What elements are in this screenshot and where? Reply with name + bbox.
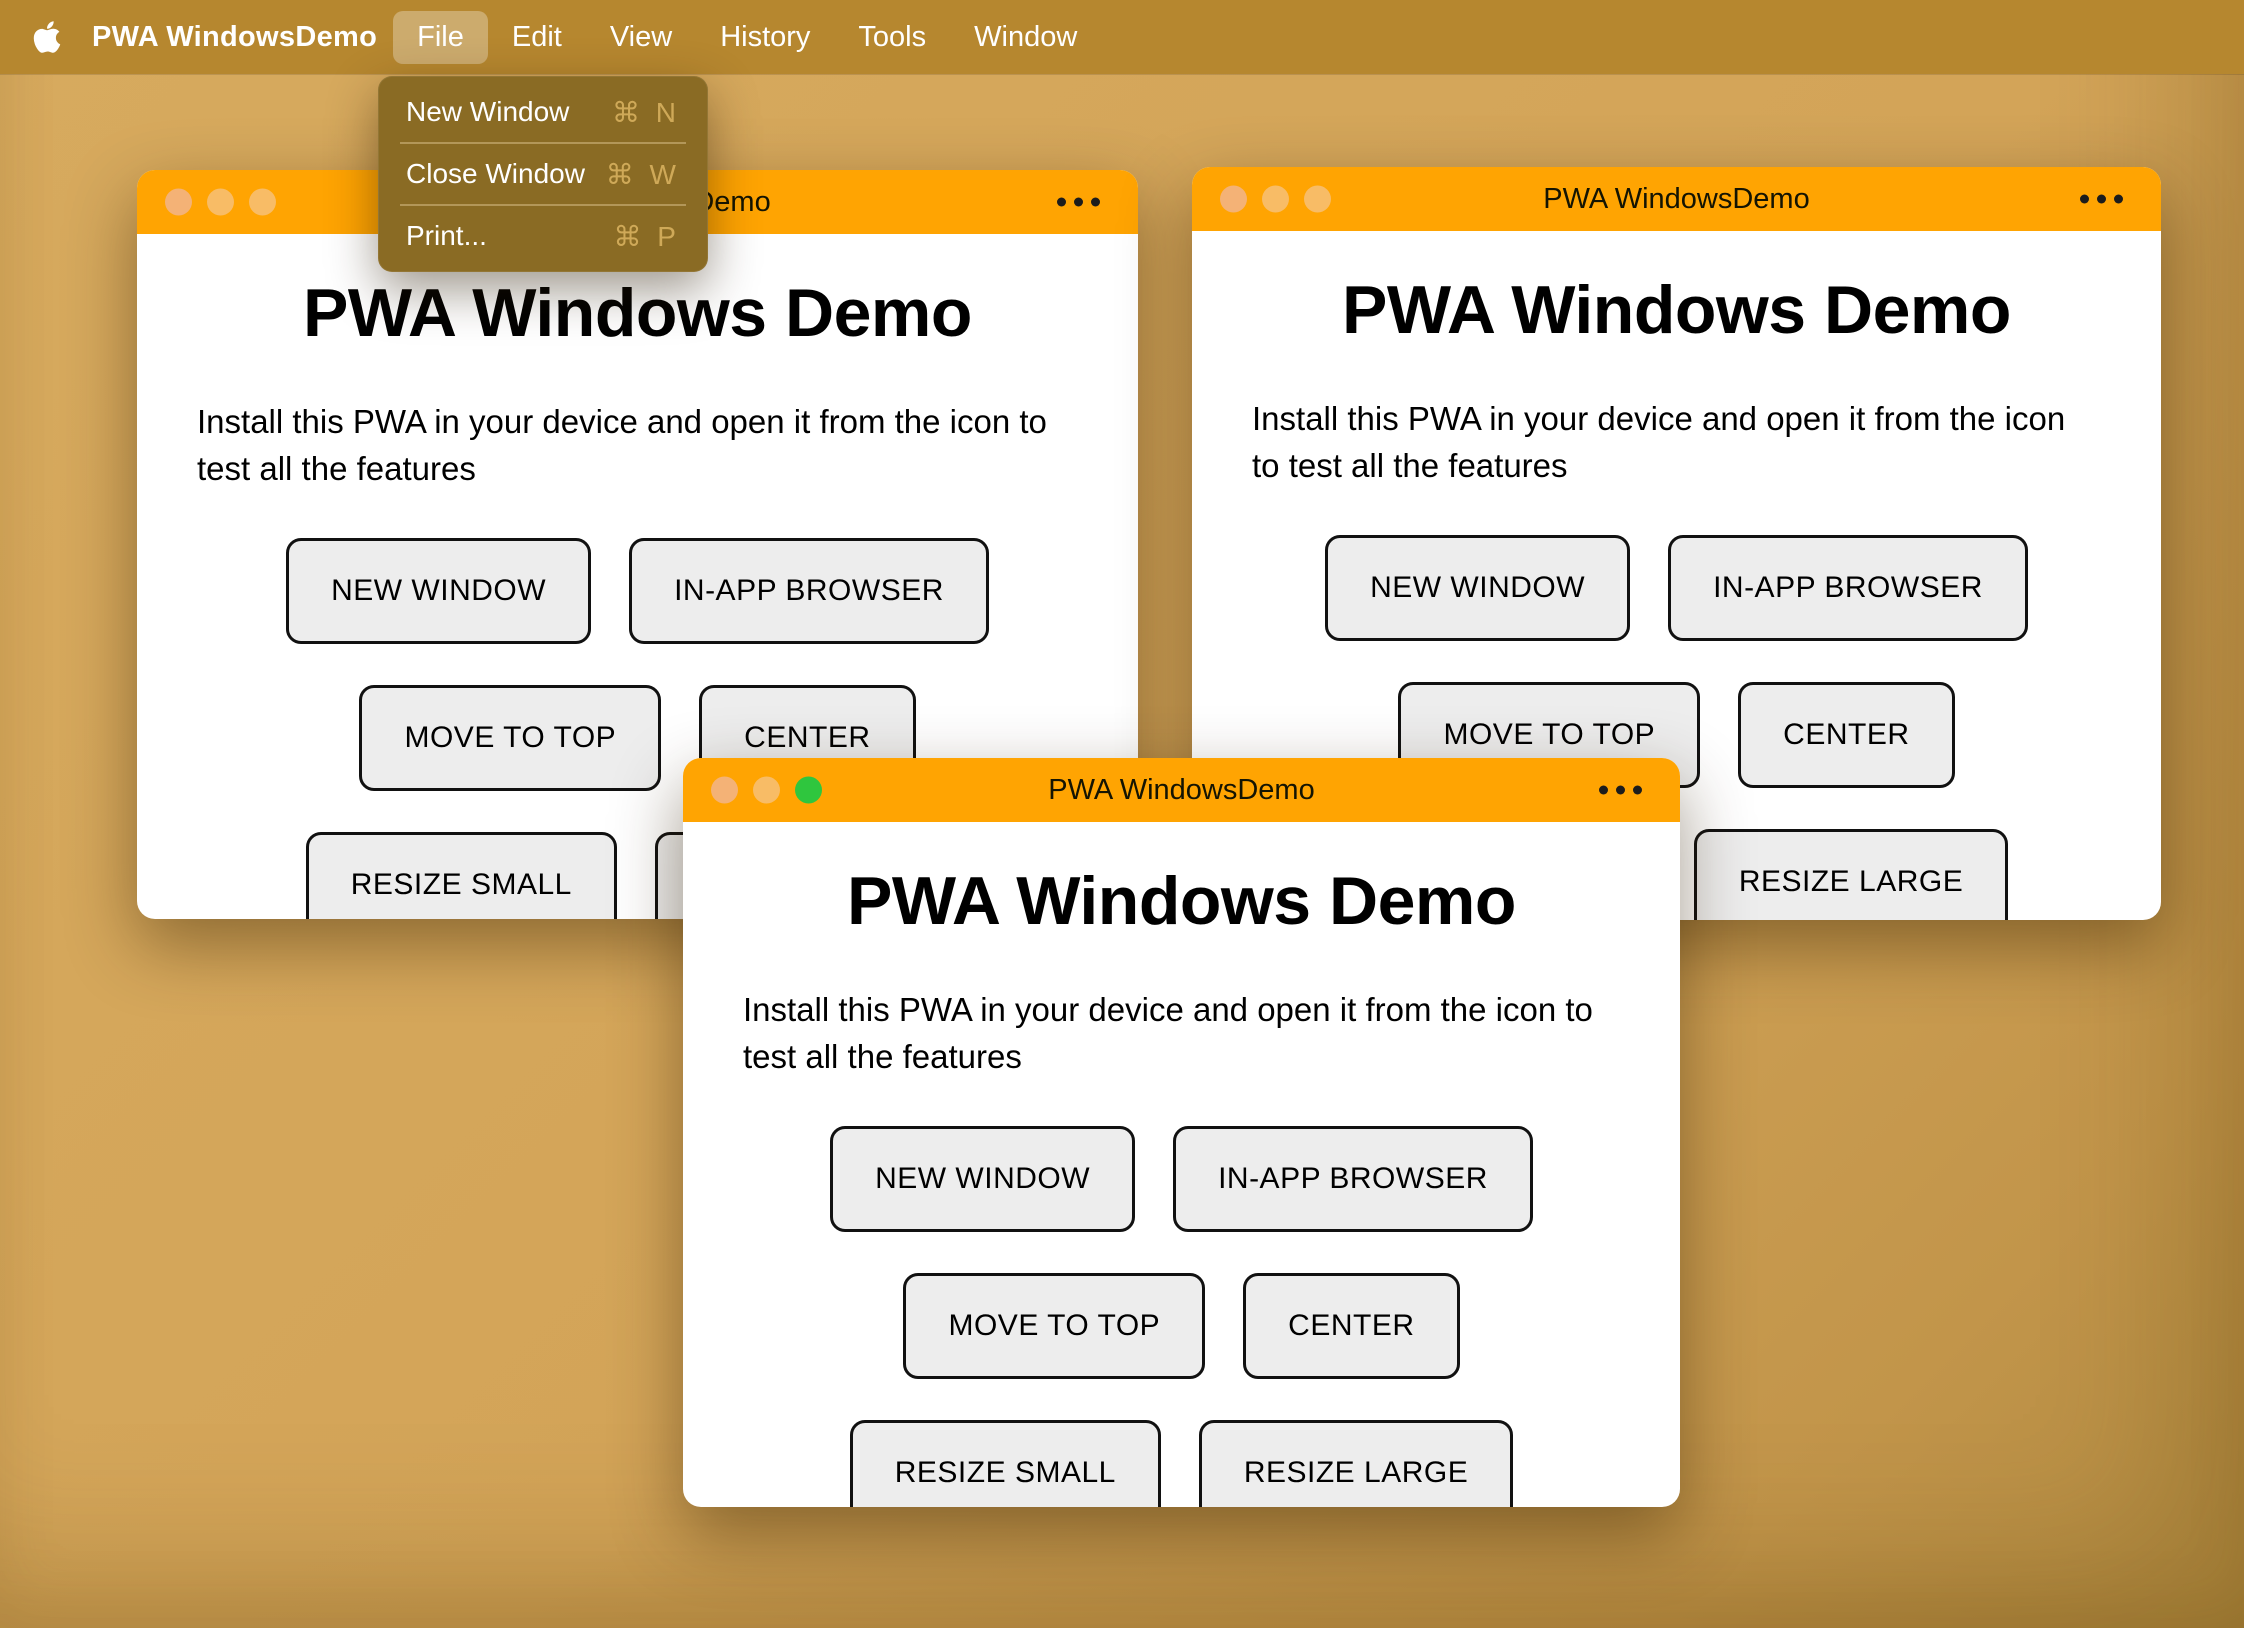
resize-large-button[interactable]: RESIZE LARGE — [1198, 1419, 1514, 1507]
window-title: PWA WindowsDemo — [1048, 773, 1315, 806]
apple-menu[interactable] — [30, 17, 64, 57]
menubar-item-view[interactable]: View — [586, 11, 696, 64]
apple-icon — [33, 21, 61, 53]
pwa-window-front: PWA WindowsDemo PWA Windows Demo Install… — [683, 758, 1680, 1507]
menubar-item-file[interactable]: File — [393, 10, 488, 64]
menubar-item-history[interactable]: History — [696, 11, 834, 64]
titlebar[interactable]: PWA WindowsDemo — [683, 758, 1680, 822]
center-button[interactable]: CENTER — [1738, 681, 1955, 788]
window-content: PWA Windows Demo Install this PWA in you… — [683, 822, 1680, 1507]
description: Install this PWA in your device and open… — [1252, 400, 2066, 484]
menubar-item-window[interactable]: Window — [950, 11, 1101, 64]
menu-separator — [400, 204, 686, 206]
description: Install this PWA in your device and open… — [743, 991, 1593, 1075]
menu-item-label: New Window — [406, 96, 570, 127]
titlebar[interactable]: PWA WindowsDemo — [1192, 167, 2161, 231]
in-app-browser-button[interactable]: IN-APP BROWSER — [629, 537, 989, 644]
menu-item-print[interactable]: Print... ⌘ P — [378, 208, 708, 264]
menubar-item-edit[interactable]: Edit — [488, 11, 586, 64]
menubar: PWA WindowsDemo File Edit View History T… — [0, 0, 2244, 74]
menu-item-shortcut: ⌘ N — [612, 96, 680, 128]
resize-small-button[interactable]: RESIZE SMALL — [849, 1419, 1161, 1507]
menu-item-close-window[interactable]: Close Window ⌘ W — [378, 146, 708, 202]
in-app-browser-button[interactable]: IN-APP BROWSER — [1173, 1125, 1533, 1232]
page-title: PWA Windows Demo — [847, 863, 1516, 939]
menu-item-label: Print... — [406, 220, 487, 251]
desktop: PWA WindowsDemo File Edit View History T… — [0, 0, 2244, 1628]
description: Install this PWA in your device and open… — [197, 403, 1047, 487]
new-window-button[interactable]: NEW WINDOW — [1325, 534, 1631, 641]
menu-item-shortcut: ⌘ W — [605, 158, 680, 190]
move-to-top-button[interactable]: MOVE TO TOP — [903, 1272, 1206, 1379]
resize-small-button[interactable]: RESIZE SMALL — [305, 831, 617, 919]
ellipsis-menu-icon[interactable] — [1057, 197, 1100, 207]
button-group: NEW WINDOW IN-APP BROWSER MOVE TO TOP CE… — [743, 1125, 1620, 1507]
file-menu-dropdown: New Window ⌘ N Close Window ⌘ W Print...… — [378, 76, 708, 272]
menu-item-new-window[interactable]: New Window ⌘ N — [378, 84, 708, 140]
center-button[interactable]: CENTER — [1243, 1272, 1460, 1379]
menubar-item-tools[interactable]: Tools — [834, 11, 950, 64]
menu-item-shortcut: ⌘ P — [613, 220, 680, 252]
page-title: PWA Windows Demo — [303, 275, 972, 351]
ellipsis-menu-icon[interactable] — [1599, 785, 1642, 795]
page-title: PWA Windows Demo — [1342, 272, 2011, 348]
menu-item-label: Close Window — [406, 158, 585, 189]
window-title: PWA WindowsDemo — [1543, 182, 1810, 215]
move-to-top-button[interactable]: MOVE TO TOP — [359, 684, 662, 791]
in-app-browser-button[interactable]: IN-APP BROWSER — [1668, 534, 2028, 641]
menu-separator — [400, 142, 686, 144]
new-window-button[interactable]: NEW WINDOW — [286, 537, 592, 644]
new-window-button[interactable]: NEW WINDOW — [830, 1125, 1136, 1232]
resize-large-button[interactable]: RESIZE LARGE — [1693, 828, 2009, 920]
menubar-app-name: PWA WindowsDemo — [92, 20, 378, 53]
ellipsis-menu-icon[interactable] — [2080, 194, 2123, 204]
